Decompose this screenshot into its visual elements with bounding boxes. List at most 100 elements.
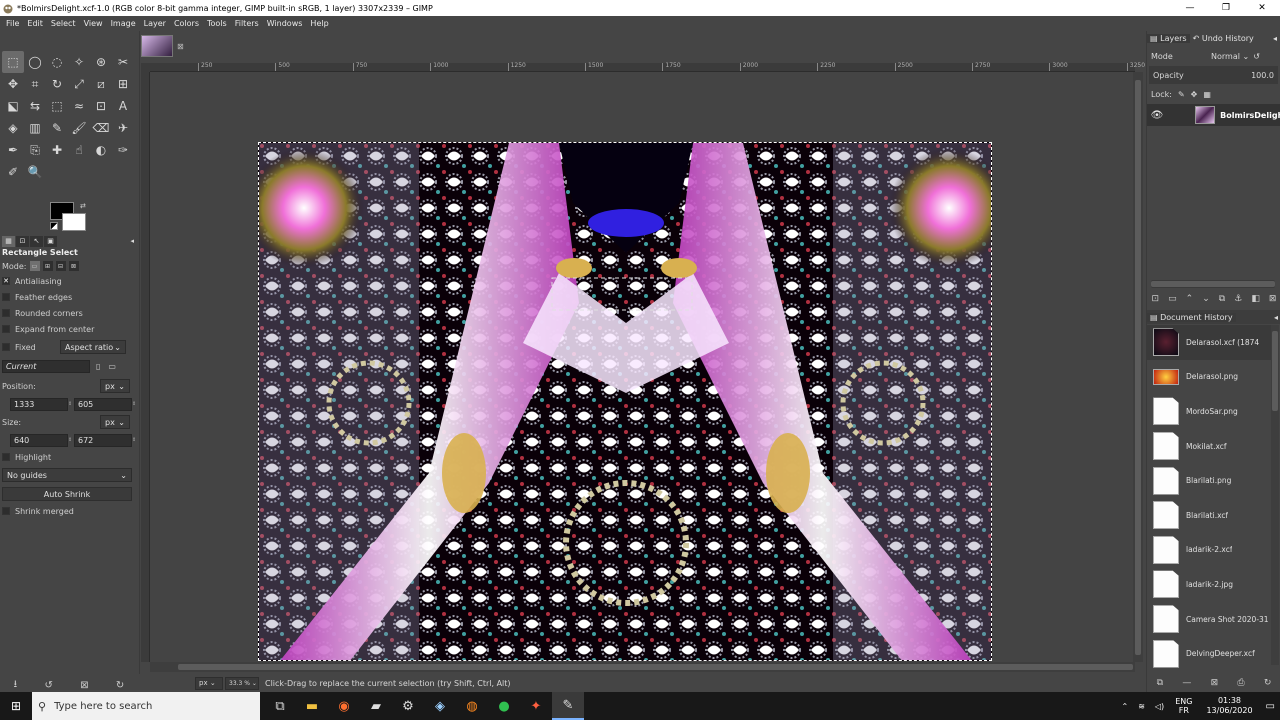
rounded-corners-checkbox[interactable] — [2, 309, 10, 317]
tab-layers[interactable]: ▤ Layers — [1147, 33, 1190, 43]
mode-intersect-icon[interactable]: ⊠ — [68, 261, 79, 271]
size-height-spin-icon[interactable]: ⇕ — [132, 437, 136, 443]
tool-crop-icon[interactable]: ⌗ — [24, 73, 46, 95]
position-x-spin-icon[interactable]: ⇕ — [68, 401, 72, 407]
tool-fuzzy-select-icon[interactable]: ✧ — [68, 51, 90, 73]
swap-colors-icon[interactable]: ⇄ — [80, 202, 86, 210]
minimize-button[interactable]: — — [1172, 0, 1208, 16]
green-app-icon[interactable]: ● — [488, 692, 520, 720]
layer-mode-dropdown[interactable]: Normal ⌄ — [1211, 52, 1249, 61]
menu-help[interactable]: Help — [306, 19, 332, 28]
tool-airbrush-icon[interactable]: ✈ — [112, 117, 134, 139]
tool-scissors-icon[interactable]: ✂ — [112, 51, 134, 73]
tool-flip-icon[interactable]: ⇆ — [24, 95, 46, 117]
size-unit-dropdown[interactable]: px ⌄ — [100, 415, 130, 429]
tool-warp-icon[interactable]: ≈ — [68, 95, 90, 117]
ruler-corner[interactable] — [141, 63, 150, 72]
fixed-mode-dropdown[interactable]: Aspect ratio ⌄ — [60, 340, 126, 354]
file-explorer-icon[interactable]: ▬ — [296, 692, 328, 720]
aspect-current-field[interactable]: Current — [2, 359, 90, 373]
tool-paintbrush-icon[interactable]: 🖌 — [68, 117, 90, 139]
firefox-icon[interactable]: ◉ — [328, 692, 360, 720]
menu-view[interactable]: View — [80, 19, 107, 28]
background-color-swatch[interactable] — [62, 213, 86, 231]
taskbar-search[interactable]: ⚲ Type here to search — [32, 692, 260, 720]
task-view-icon[interactable]: ⧉ — [264, 692, 296, 720]
gimp-taskbar-icon[interactable]: ✎ — [552, 692, 584, 720]
clear-history-icon[interactable]: ⊠ — [1211, 678, 1219, 688]
notifications-icon[interactable]: ▭ — [1261, 701, 1280, 712]
mode-reset-icon[interactable]: ↺ — [1253, 52, 1260, 61]
tool-pencil-icon[interactable]: ✎ — [46, 117, 68, 139]
save-options-icon[interactable]: ⭳ — [14, 677, 18, 694]
rounded-corners-row[interactable]: Rounded corners — [0, 305, 138, 321]
shrink-merged-checkbox[interactable] — [2, 507, 10, 515]
doc-history-scrollbar-thumb[interactable] — [1272, 331, 1278, 411]
horizontal-scrollbar-thumb[interactable] — [178, 664, 1133, 670]
horizontal-ruler[interactable]: 250 500 750 1000 1250 1500 1750 2000 2250 2500 275… — [150, 63, 1145, 72]
windows-start-icon[interactable]: ⊞ — [0, 692, 32, 720]
document-history-item[interactable]: MordoSar.png — [1147, 394, 1271, 429]
mask-layer-icon[interactable]: ◧ — [1251, 294, 1260, 304]
tool-cage-icon[interactable]: ⬚ — [46, 95, 68, 117]
layers-scrollbar-thumb[interactable] — [1151, 281, 1275, 287]
chevron-up-icon[interactable]: ⌃ — [1117, 702, 1134, 711]
layer-row[interactable]: 👁 BolmirsDelight — [1147, 104, 1280, 126]
lower-layer-icon[interactable]: ⌄ — [1202, 294, 1210, 304]
highlight-checkbox[interactable] — [2, 453, 10, 461]
document-history-item[interactable]: Delarasol.xcf (1874 — [1147, 325, 1271, 360]
position-y-spin-icon[interactable]: ⇕ — [132, 401, 136, 407]
tool-heal-icon[interactable]: ✚ — [46, 139, 68, 161]
position-unit-dropdown[interactable]: px ⌄ — [100, 379, 130, 393]
reset-colors-icon[interactable] — [50, 222, 58, 230]
menu-edit[interactable]: Edit — [23, 19, 47, 28]
lock-alpha-icon[interactable]: ▦ — [1203, 90, 1211, 99]
tool-clone-icon[interactable]: ⎘ — [24, 139, 46, 161]
steam-icon[interactable]: ⚙ — [392, 692, 424, 720]
tool-by-color-select-icon[interactable]: ⊛ — [90, 51, 112, 73]
volume-icon[interactable]: ◁) — [1150, 702, 1169, 711]
tool-scale-icon[interactable]: ⤢ — [68, 73, 90, 95]
unit-dropdown[interactable]: px ⌄ — [195, 676, 223, 690]
device-status-tab-icon[interactable]: ⊡ — [16, 235, 29, 247]
language-indicator[interactable]: ENG FR — [1169, 697, 1198, 715]
expand-center-checkbox[interactable] — [2, 325, 10, 333]
document-history-item[interactable]: Blarilati.xcf — [1147, 498, 1271, 533]
tab-menu-icon[interactable]: ◂ — [130, 237, 134, 245]
image-tab-thumbnail[interactable] — [141, 35, 173, 57]
horizontal-scrollbar[interactable] — [150, 662, 1135, 672]
tool-options-tab-icon[interactable]: ▦ — [2, 235, 15, 247]
kaleidoscope-artwork[interactable] — [258, 142, 992, 661]
menu-image[interactable]: Image — [107, 19, 140, 28]
expand-center-row[interactable]: Expand from center — [0, 321, 138, 337]
blender-icon[interactable]: ◍ — [456, 692, 488, 720]
mode-replace-icon[interactable]: ▭ — [29, 261, 40, 271]
lock-pixels-icon[interactable]: ✎ — [1178, 90, 1185, 99]
tool-smudge-icon[interactable]: ☝ — [68, 139, 90, 161]
vertical-scrollbar-thumb[interactable] — [1135, 80, 1141, 655]
menu-select[interactable]: Select — [47, 19, 80, 28]
clock[interactable]: 01:38 13/06/2020 — [1198, 696, 1260, 716]
tool-move-icon[interactable]: ✥ — [2, 73, 24, 95]
tool-blend-icon[interactable]: ▥ — [24, 117, 46, 139]
wifi-icon[interactable]: ≋ — [1133, 702, 1150, 711]
anchor-layer-icon[interactable]: ⚓ — [1234, 294, 1242, 304]
fixed-checkbox[interactable] — [2, 343, 10, 351]
opacity-slider[interactable]: Opacity 100.0 — [1149, 66, 1278, 84]
document-history-item[interactable]: DelvingDeeper.xcf — [1147, 636, 1271, 671]
mode-subtract-icon[interactable]: ⊟ — [55, 261, 66, 271]
tool-unified-transform-icon[interactable]: ⊡ — [90, 95, 112, 117]
tool-shear-icon[interactable]: ⧄ — [90, 73, 112, 95]
position-x-input[interactable]: 1333 — [10, 397, 68, 411]
tab-undo-history[interactable]: ↶ Undo History — [1190, 34, 1257, 43]
doc-history-menu-icon[interactable]: ◂ — [1274, 313, 1278, 322]
position-y-input[interactable]: 605 — [74, 397, 132, 411]
feather-edges-checkbox[interactable] — [2, 293, 10, 301]
close-button[interactable]: ✕ — [1244, 0, 1280, 16]
document-history-item[interactable]: Blarilati.png — [1147, 463, 1271, 498]
tool-ink-icon[interactable]: ✒ — [2, 139, 24, 161]
shrink-merged-row[interactable]: Shrink merged — [0, 503, 138, 519]
print-icon[interactable]: ⎙ — [1237, 678, 1244, 688]
vertical-scrollbar[interactable] — [1133, 72, 1143, 662]
duplicate-layer-icon[interactable]: ⧉ — [1219, 294, 1225, 304]
